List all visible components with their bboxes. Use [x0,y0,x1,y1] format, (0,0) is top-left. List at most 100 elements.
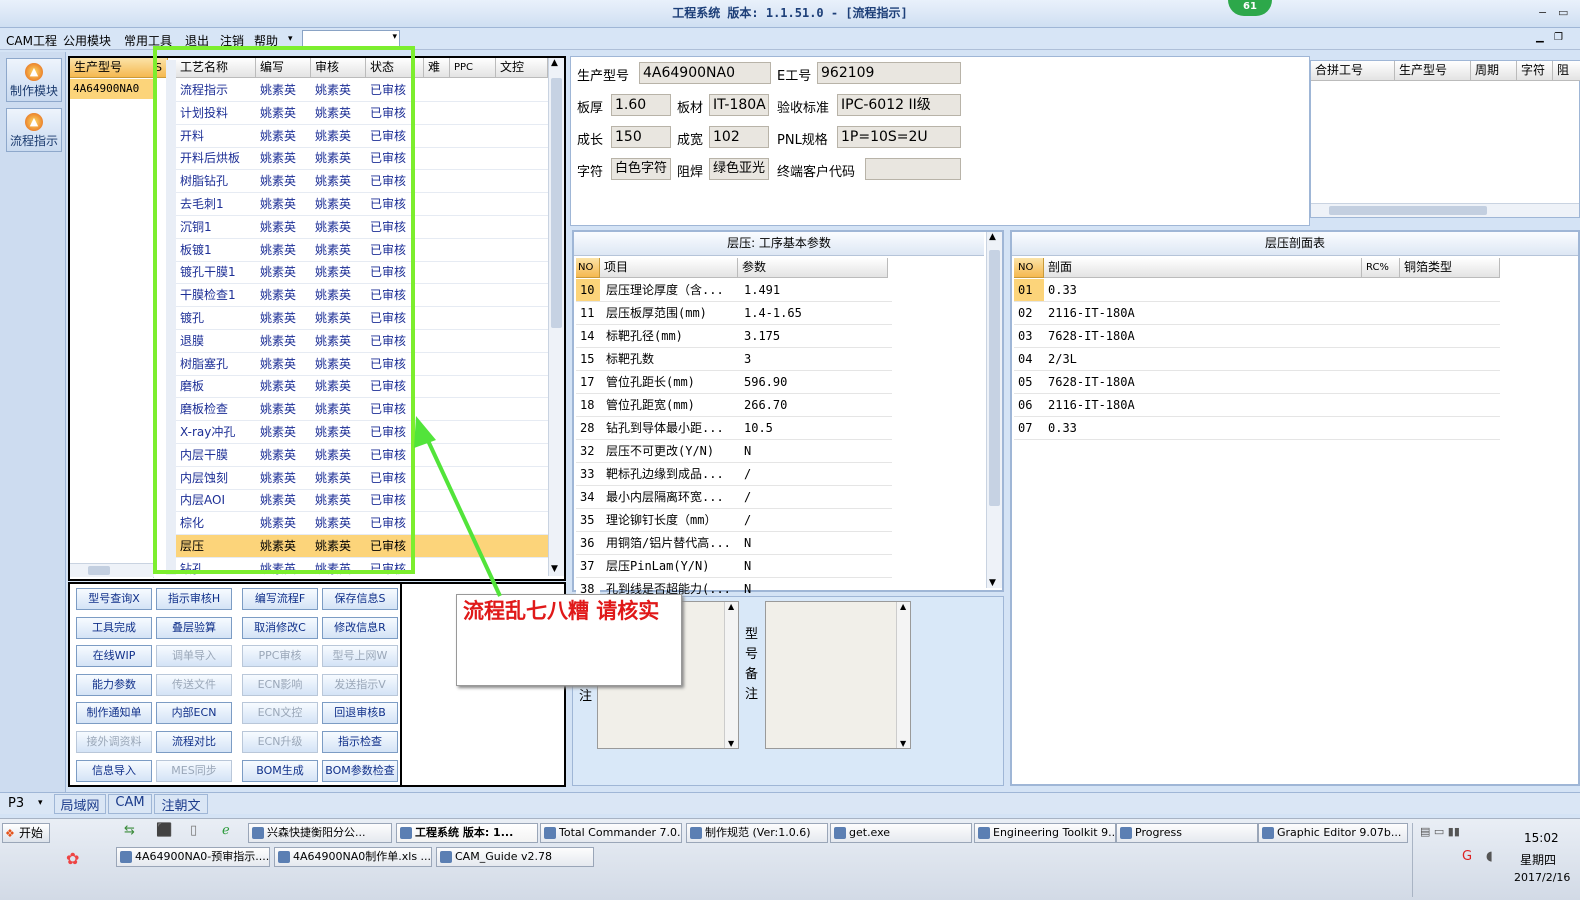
action-button[interactable]: ECN升级 [242,731,318,753]
mdi-minimize-icon[interactable]: ▁ [1536,32,1544,43]
param-row[interactable]: 36 用铜箔/铝片替代高... N [576,532,892,555]
browser-icon[interactable]: ℯ [222,823,230,838]
taskbar-item[interactable]: 4A64900NA0-预审指示.... [116,847,270,867]
taskbar-item[interactable]: 制作规范 (Ver:1.0.6) [686,823,828,843]
action-button[interactable]: 指示检查 [322,731,398,753]
action-button[interactable]: 编写流程F [242,588,318,610]
scroll-up-icon[interactable]: ▲ [900,602,906,611]
mdi-restore-icon[interactable]: ❐ [1554,32,1563,43]
stackup-row[interactable]: 07 0.33 [1014,417,1500,440]
scroll-down-icon[interactable]: ▼ [989,578,996,588]
scroll-down-icon[interactable]: ▼ [728,739,734,748]
param-row[interactable]: 14 标靶孔径(mm) 3.175 [576,325,892,348]
minimize-button[interactable]: − [1538,6,1547,19]
field-thickness[interactable]: 1.60 [611,94,671,116]
stackup-row[interactable]: 03 7628-IT-180A [1014,325,1500,348]
scroll-up-icon[interactable]: ▲ [989,232,996,242]
status-p[interactable]: P3 [8,796,24,811]
param-row[interactable]: 32 层压不可更改(Y/N) N [576,440,892,463]
tray-icons[interactable]: ▤ ▭ ▮▮ [1420,825,1460,838]
param-row[interactable]: 33 靶标孔边缘到成品... / [576,463,892,486]
stackup-row[interactable]: 02 2116-IT-180A [1014,302,1500,325]
action-button[interactable]: 型号查询X [76,588,152,610]
col-ppc[interactable]: PPC [450,58,496,78]
col-copper-type[interactable]: 铜箔类型 [1400,258,1500,278]
param-row[interactable]: 17 管位孔距长(mm) 596.90 [576,371,892,394]
tab-user[interactable]: 注朝文 [154,794,208,814]
action-button[interactable]: 流程对比 [156,731,232,753]
col-merge-no[interactable]: 合拼工号 [1311,61,1395,81]
menu-common-module[interactable]: 公用模块 [63,32,111,49]
action-button[interactable]: 在线WIP [76,645,152,668]
chevron-down-icon[interactable]: ▾ [288,34,293,44]
field-length[interactable]: 150 [611,126,671,148]
param-row[interactable]: 37 层压PinLam(Y/N) N [576,555,892,578]
col-section[interactable]: 剖面 [1044,258,1362,278]
taskbar-item[interactable]: 工程系统 版本: 1... [396,823,538,843]
model-remarks-textarea[interactable]: ▲ ▼ [765,601,911,749]
field-width[interactable]: 102 [709,126,769,148]
col-value[interactable]: 参数 [738,258,888,278]
col-mask[interactable]: 阻 [1553,61,1580,81]
param-row[interactable]: 10 层压理论厚度（含... 1.491 [576,279,892,302]
start-button[interactable]: ❖ 开始 [2,823,50,843]
taskbar-item[interactable]: Total Commander 7.0... [540,823,682,843]
taskbar-item[interactable]: Graphic Editor 9.07b... [1258,823,1408,843]
taskbar-item[interactable]: 兴森快捷衡阳分公... [248,823,392,843]
action-button[interactable]: 回退审核B [322,702,398,725]
action-button[interactable]: 叠层验算 [156,616,232,639]
col-item[interactable]: 项目 [600,258,738,278]
param-row[interactable]: 11 层压板厚范围(mm) 1.4-1.65 [576,302,892,325]
scroll-down-icon[interactable]: ▼ [900,739,906,748]
field-standard[interactable]: IPC-6012 II级 [837,94,961,116]
field-e-number[interactable]: 962109 [817,62,961,84]
taskbar-item[interactable]: Engineering Toolkit 9.... [974,823,1116,843]
field-customer-code[interactable] [865,158,961,180]
action-button[interactable]: 能力参数 [76,673,152,696]
param-row[interactable]: 34 最小内层隔离环宽... / [576,486,892,509]
action-button[interactable]: PPC审核 [242,645,318,668]
volume-icon[interactable]: ◖ [1486,849,1493,864]
module-make-button[interactable]: ▲ 制作模块 [6,58,62,102]
col-difficulty[interactable]: 难 [424,58,450,78]
action-button[interactable]: 修改信息R [322,616,398,639]
field-soldermask[interactable]: 绿色亚光 [709,158,769,180]
action-button[interactable]: 传送文件 [156,673,232,696]
action-button[interactable]: 取消修改C [242,616,318,639]
maximize-button[interactable]: ▭ [1558,6,1568,19]
scroll-down-icon[interactable]: ▼ [551,564,558,574]
vertical-scrollbar[interactable]: ▲ ▼ [548,58,564,576]
action-button[interactable]: BOM参数检查 [322,759,398,782]
col-rc[interactable]: RC% [1362,258,1400,278]
param-row[interactable]: 18 管位孔距宽(mm) 266.70 [576,394,892,417]
field-pnl[interactable]: 1P=10S=2U [837,126,961,148]
action-button[interactable]: ECN文控 [242,702,318,725]
action-button[interactable]: 内部ECN [156,702,232,725]
action-button[interactable]: 型号上网W [322,645,398,668]
taskbar-item[interactable]: CAM_Guide v2.78 [436,847,594,867]
scroll-up-icon[interactable]: ▲ [551,58,558,68]
col-no[interactable]: NO [1014,258,1044,278]
action-button[interactable]: MES同步 [156,759,232,782]
taskbar-item[interactable]: 4A64900NA0制作单.xls ... [274,847,432,867]
col-no[interactable]: NO [576,258,600,278]
menu-cam[interactable]: CAM工程 [6,32,57,49]
action-button[interactable]: ECN影响 [242,673,318,696]
tab-cam[interactable]: CAM [108,794,152,814]
field-silkscreen[interactable]: 白色字符 [611,158,671,180]
stackup-row[interactable]: 01 0.33 [1014,279,1500,302]
document-icon[interactable]: ▯ [190,823,197,838]
model-list-item[interactable]: 4A64900NA0 [70,79,154,99]
action-button[interactable]: 接外调资料 [76,731,152,753]
param-row[interactable]: 28 钻孔到导体最小距... 10.5 [576,417,892,440]
action-button[interactable]: BOM生成 [242,759,318,782]
menu-dropdown[interactable]: ▾ [302,30,400,47]
stackup-row[interactable]: 06 2116-IT-180A [1014,394,1500,417]
action-button[interactable]: 信息导入 [76,759,152,782]
horizontal-scrollbar[interactable] [70,563,154,577]
horizontal-scrollbar[interactable] [1311,203,1579,217]
vertical-scrollbar[interactable]: ▲ ▼ [986,232,1002,588]
action-button[interactable]: 指示审核H [156,588,232,610]
field-material[interactable]: IT-180A [709,94,769,116]
field-model[interactable]: 4A64900NA0 [639,62,771,84]
